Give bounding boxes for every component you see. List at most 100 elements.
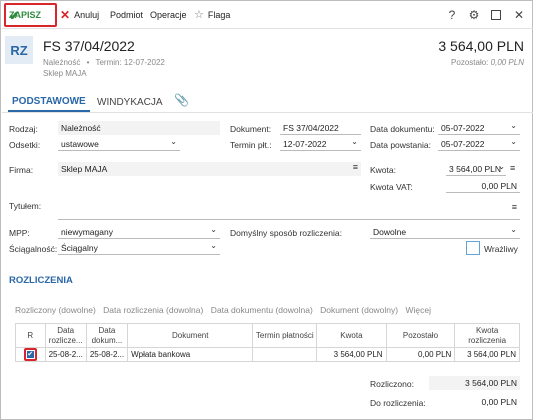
firma-field[interactable]: Sklep MAJA ≡ [58, 162, 361, 176]
data-powstania-select[interactable]: 05-07-2022 ⌄ [438, 137, 520, 151]
operations-button[interactable]: Operacje [150, 2, 187, 28]
rozliczono-label: Rozliczono: [370, 379, 414, 389]
cell-termin [252, 347, 318, 362]
close-x-icon: ✕ [60, 8, 71, 22]
kwota-value: 3 564,00 PLN [449, 164, 501, 174]
kwota-menu-icon[interactable]: ≡ [510, 163, 515, 173]
rozliczenia-title: ROZLICZENIA [9, 275, 73, 286]
sciagalnosc-label: Ściągalność: [9, 244, 58, 254]
cancel-button[interactable]: ✕ Anuluj [60, 2, 99, 28]
group-by-bar: Rozliczony (dowolne) Data rozliczenia (d… [15, 305, 436, 315]
dokument-input[interactable]: FS 37/04/2022 [280, 121, 361, 135]
save-label: ZAPISZ [9, 10, 42, 20]
data-dokumentu-value: 05-07-2022 [441, 123, 485, 133]
kwota-vat-label: Kwota VAT: [370, 182, 413, 192]
column-header[interactable]: Data rozlicze... [44, 323, 87, 348]
paperclip-icon[interactable]: 📎 [174, 93, 189, 107]
firma-value: Sklep MAJA [61, 164, 108, 174]
column-header[interactable]: Kwota rozliczenia [454, 323, 520, 348]
cancel-label: Anuluj [74, 10, 100, 20]
chevron-down-icon: ⌄ [510, 137, 517, 146]
data-dokumentu-label: Data dokumentu: [370, 124, 435, 134]
chevron-down-icon: ⌄ [210, 225, 217, 234]
subject-button[interactable]: Podmiot [110, 2, 143, 28]
save-button[interactable]: ✔ ZAPISZ [4, 3, 57, 27]
chevron-down-icon: ⌄ [498, 162, 505, 171]
flag-button[interactable]: ☆ Flaga [194, 2, 230, 28]
tab-windykacja[interactable]: WINDYKACJA [97, 92, 163, 112]
sposob-rozliczenia-label: Domyślny sposób rozliczenia: [230, 228, 342, 238]
menu-icon[interactable]: ≡ [512, 202, 517, 212]
tytulem-label: Tytułem: [9, 201, 42, 211]
wrazliwy-label: Wrażliwy [484, 244, 518, 254]
document-counterparty: Sklep MAJA [43, 69, 87, 78]
column-header[interactable]: R [15, 323, 46, 348]
rozliczenia-table: R Data rozlicze... Data dokum... Dokumen… [15, 323, 520, 362]
window: ✔ ZAPISZ ✕ Anuluj Podmiot Operacje ☆ Fla… [0, 0, 533, 420]
column-header[interactable]: Termin płatności [252, 323, 318, 348]
cell-data-dokumentu: 25-08-2... [85, 347, 129, 362]
data-dokumentu-select[interactable]: 05-07-2022 ⌄ [438, 121, 520, 135]
document-type: Należność [43, 58, 81, 67]
toolbar-divider [2, 28, 533, 29]
sposob-rozliczenia-value: Dowolne [373, 227, 407, 237]
remaining-amount: Pozostało: 0,00 PLN [451, 58, 524, 67]
rozliczono-value: 3 564,00 PLN [429, 376, 520, 390]
close-icon[interactable]: ✕ [511, 7, 527, 23]
row-checkbox[interactable]: ✔ [23, 348, 37, 361]
group-wiecej[interactable]: Więcej [405, 305, 431, 315]
document-term: Termin: 12-07-2022 [95, 58, 165, 67]
odsetki-select[interactable]: ustawowe ⌄ [58, 137, 180, 151]
kwota-label: Kwota: [370, 165, 396, 175]
gear-icon[interactable]: ⚙ [466, 7, 482, 23]
sciagalnosc-value: Ściągalny [61, 243, 98, 253]
chevron-down-icon: ⌄ [510, 225, 517, 234]
column-header[interactable]: Kwota [316, 323, 387, 348]
table-row[interactable]: ✔ 25-08-2... 25-08-2... Wpłata bankowa 3… [15, 347, 520, 362]
group-rozliczony[interactable]: Rozliczony (dowolne) [15, 305, 96, 315]
group-dokument[interactable]: Dokument (dowolny) [320, 305, 398, 315]
sciagalnosc-select[interactable]: Ściągalny ⌄ [58, 241, 220, 255]
subject-label: Podmiot [110, 10, 144, 20]
column-header[interactable]: Dokument [127, 323, 254, 348]
cell-dokument: Wpłata bankowa [127, 347, 254, 362]
odsetki-label: Odsetki: [9, 140, 41, 150]
column-header[interactable]: Pozostało [385, 323, 456, 348]
help-icon[interactable]: ? [444, 7, 460, 23]
kwota-select[interactable]: 3 564,00 PLN ⌄ [446, 162, 506, 176]
operations-label: Operacje [150, 10, 187, 20]
firma-label: Firma: [9, 165, 34, 175]
row-checkbox-cell[interactable]: ✔ [15, 347, 46, 362]
document-amount: 3 564,00 PLN [438, 38, 524, 54]
group-data-dokumentu[interactable]: Data dokumentu (dowolna) [211, 305, 313, 315]
rodzaj-field: Należność [58, 121, 220, 135]
termin-value: 12-07-2022 [283, 139, 327, 149]
document-subtitle: Należność • Termin: 12-07-2022 [43, 58, 165, 67]
odsetki-value: ustawowe [61, 139, 99, 149]
remaining-label: Pozostało: [451, 58, 489, 67]
menu-icon[interactable]: ≡ [353, 162, 358, 172]
tab-podstawowe[interactable]: PODSTAWOWE [8, 92, 90, 112]
cell-pozostalo: 0,00 PLN [385, 347, 456, 362]
column-header[interactable]: Data dokum... [85, 323, 129, 348]
chevron-down-icon: ⌄ [510, 121, 517, 130]
maximize-icon[interactable] [488, 7, 504, 23]
sposob-rozliczenia-select[interactable]: Dowolne ⌄ [370, 225, 520, 239]
kwota-vat-input[interactable]: 0,00 PLN [446, 179, 520, 193]
termin-label: Termin płt.: [230, 140, 272, 150]
group-data-rozliczenia[interactable]: Data rozliczenia (dowolna) [103, 305, 203, 315]
cell-kwota: 3 564,00 PLN [316, 347, 387, 362]
remaining-value: 0,00 PLN [490, 58, 524, 67]
chevron-down-icon: ⌄ [170, 137, 177, 146]
separator-dot: • [86, 58, 90, 67]
mpp-select[interactable]: niewymagany ⌄ [58, 225, 220, 239]
termin-select[interactable]: 12-07-2022 ⌄ [280, 137, 361, 151]
data-powstania-value: 05-07-2022 [441, 139, 485, 149]
do-rozliczenia-label: Do rozliczenia: [370, 398, 426, 408]
document-title: FS 37/04/2022 [43, 38, 135, 54]
chevron-down-icon: ⌄ [351, 137, 358, 146]
wrazliwy-checkbox[interactable] [466, 241, 480, 255]
dokument-label: Dokument: [230, 124, 272, 134]
document-type-badge: RZ [5, 36, 33, 64]
tytulem-input[interactable]: ≡ [58, 196, 520, 220]
